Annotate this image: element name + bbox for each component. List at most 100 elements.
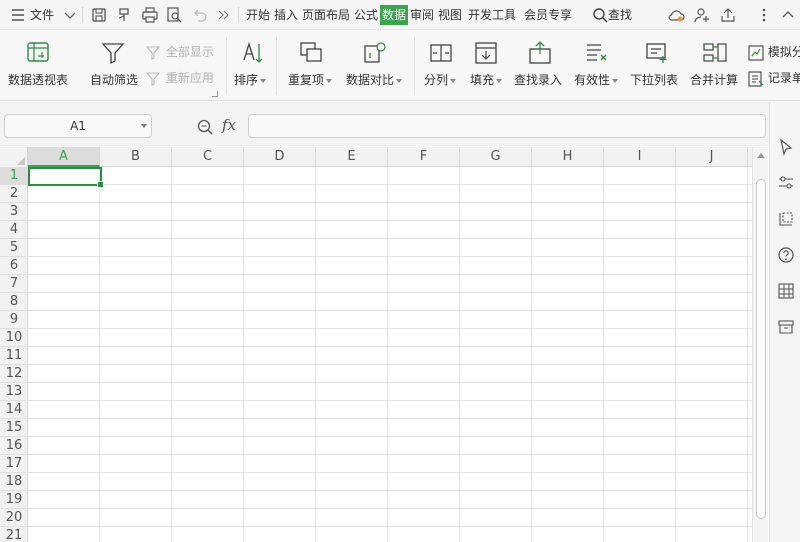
validity-button[interactable]: 有效性: [570, 31, 622, 101]
fill-button[interactable]: 填充: [466, 31, 506, 101]
row-header-3[interactable]: 3: [0, 203, 28, 221]
dropdown-list-button[interactable]: 下拉列表: [626, 31, 684, 101]
row-header-16[interactable]: 16: [0, 437, 28, 455]
more-icon[interactable]: [214, 5, 234, 25]
cell-area[interactable]: [28, 167, 752, 542]
column-header-h[interactable]: H: [532, 147, 604, 167]
share-icon[interactable]: [718, 5, 738, 25]
row-header-14[interactable]: 14: [0, 401, 28, 419]
search-icon[interactable]: [590, 5, 610, 25]
row-header-6[interactable]: 6: [0, 257, 28, 275]
name-box-chevron-icon[interactable]: [141, 124, 147, 128]
consolidate-button[interactable]: 合并计算: [688, 31, 742, 101]
column-header-f[interactable]: F: [388, 147, 460, 167]
scroll-up-arrow-icon[interactable]: [757, 153, 765, 158]
divider: [238, 7, 239, 23]
column-header-a[interactable]: A: [28, 147, 100, 167]
show-all-button[interactable]: 全部显示: [145, 43, 214, 61]
auto-filter-button[interactable]: 自动筛选: [86, 31, 142, 101]
tab-view[interactable]: 视图: [438, 5, 462, 25]
tab-member[interactable]: 会员专享: [524, 5, 572, 25]
select-all-corner[interactable]: [0, 147, 28, 167]
property-sliders-icon[interactable]: [777, 174, 795, 192]
tab-home[interactable]: 开始: [246, 5, 270, 25]
format-painter-icon[interactable]: [114, 5, 134, 25]
split-columns-icon: [428, 40, 454, 66]
pivot-table-button[interactable]: 数据透视表: [4, 31, 72, 101]
row-header-10[interactable]: 10: [0, 329, 28, 347]
vertical-scrollbar[interactable]: [752, 147, 768, 542]
print-icon[interactable]: [140, 5, 160, 25]
filter-dialog-launcher-icon[interactable]: [212, 91, 218, 97]
column-header-b[interactable]: B: [100, 147, 172, 167]
column-header-j[interactable]: J: [676, 147, 748, 167]
row-header-12[interactable]: 12: [0, 365, 28, 383]
row-header-19[interactable]: 19: [0, 491, 28, 509]
formula-input[interactable]: [248, 114, 766, 138]
collapse-ribbon-icon[interactable]: [778, 5, 798, 25]
row-header-21[interactable]: 21: [0, 527, 28, 542]
row-header-13[interactable]: 13: [0, 383, 28, 401]
tab-developer[interactable]: 开发工具: [468, 5, 516, 25]
show-all-icon: [145, 45, 161, 60]
chevron-down-icon[interactable]: [60, 5, 80, 25]
help-icon[interactable]: [777, 246, 795, 264]
column-header-e[interactable]: E: [316, 147, 388, 167]
data-compare-button[interactable]: 数据对比: [344, 31, 408, 101]
undo-icon[interactable]: [190, 5, 210, 25]
insert-function-icon[interactable]: fx: [222, 116, 236, 134]
row-header-8[interactable]: 8: [0, 293, 28, 311]
save-icon[interactable]: [89, 5, 109, 25]
right-side-panel: [769, 102, 800, 542]
row-header-11[interactable]: 11: [0, 347, 28, 365]
tab-review[interactable]: 审阅: [410, 5, 434, 25]
column-header-i[interactable]: I: [604, 147, 676, 167]
fill-down-icon: [473, 40, 499, 66]
select-cursor-icon[interactable]: [777, 138, 795, 157]
row-header-4[interactable]: 4: [0, 221, 28, 239]
tab-data[interactable]: 数据: [380, 5, 409, 25]
row-header-5[interactable]: 5: [0, 239, 28, 257]
column-headers: ABCDEFGHIJ: [0, 147, 752, 167]
duplicates-button[interactable]: 重复项: [284, 31, 340, 101]
tab-page-layout[interactable]: 页面布局: [302, 5, 350, 25]
file-menu[interactable]: 文件: [30, 5, 54, 25]
row-header-15[interactable]: 15: [0, 419, 28, 437]
column-header-d[interactable]: D: [244, 147, 316, 167]
record-form-button[interactable]: 记录单: [748, 69, 800, 87]
split-columns-label: 分列: [424, 71, 457, 88]
archive-box-icon[interactable]: [777, 318, 795, 336]
table-style-icon[interactable]: [777, 282, 795, 300]
transform-icon[interactable]: [777, 210, 795, 228]
reapply-button[interactable]: 重新应用: [145, 69, 214, 87]
lookup-entry-button[interactable]: 查找录入: [512, 31, 568, 101]
hamburger-menu-icon[interactable]: [8, 5, 28, 25]
tab-insert[interactable]: 插入: [274, 5, 298, 25]
spreadsheet-grid: ABCDEFGHIJ 1 2 3 4 5 6 7 8 9 10 11 12 13 14 15 16 17 18 19…: [0, 147, 752, 542]
active-cell-a1[interactable]: [28, 167, 104, 188]
add-user-icon[interactable]: [692, 5, 712, 25]
row-header-17[interactable]: 17: [0, 455, 28, 473]
cloud-sync-icon[interactable]: [666, 5, 686, 25]
row-header-7[interactable]: 7: [0, 275, 28, 293]
column-header-g[interactable]: G: [460, 147, 532, 167]
search-label[interactable]: 查找: [608, 5, 632, 25]
what-if-analysis-button[interactable]: 模拟分: [748, 43, 800, 61]
tab-formulas[interactable]: 公式: [354, 5, 378, 25]
scroll-thumb[interactable]: [756, 179, 766, 519]
reapply-icon: [145, 71, 161, 86]
more-options-icon[interactable]: [754, 5, 774, 25]
zoom-search-icon[interactable]: [196, 118, 214, 136]
row-header-20[interactable]: 20: [0, 509, 28, 527]
split-columns-button[interactable]: 分列: [420, 31, 464, 101]
sort-button[interactable]: 排序: [230, 31, 274, 101]
data-compare-icon: [362, 40, 388, 66]
row-header-18[interactable]: 18: [0, 473, 28, 491]
column-header-c[interactable]: C: [172, 147, 244, 167]
print-preview-icon[interactable]: [164, 5, 184, 25]
name-box[interactable]: A1: [4, 114, 152, 138]
row-header-9[interactable]: 9: [0, 311, 28, 329]
row-header-1[interactable]: 1: [0, 167, 28, 185]
row-header-2[interactable]: 2: [0, 185, 28, 203]
fill-label: 填充: [470, 71, 503, 88]
